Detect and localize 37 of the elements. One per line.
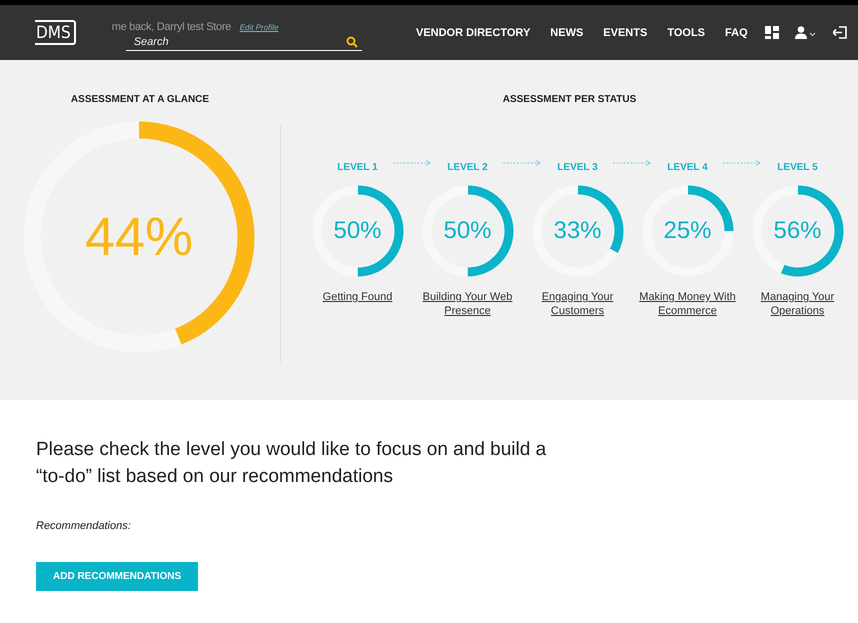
section-title: ASSESSMENT PER STATUS: [502, 94, 636, 105]
greeting-text: me back, Darryl test Store: [112, 20, 232, 32]
percentage-text: 33%: [553, 219, 602, 243]
nav-link[interactable]: FAQ: [725, 26, 748, 38]
nav-link[interactable]: TOOLS: [667, 26, 706, 38]
dashed-arrow: [613, 160, 652, 166]
percentage-text: 44%: [84, 210, 194, 264]
level-label: LEVEL 5: [777, 162, 818, 173]
nav-link[interactable]: VENDOR DIRECTORY: [416, 26, 530, 38]
dashboard-icon[interactable]: [765, 26, 779, 39]
percentage-text: 25%: [663, 219, 712, 243]
dashed-arrow: [723, 160, 762, 166]
dashed-arrow: [503, 160, 542, 166]
level-link[interactable]: Engaging Your Customers: [528, 290, 628, 318]
percentage-text: 50%: [443, 219, 492, 243]
level-label: LEVEL 4: [667, 162, 708, 173]
recommendations-label: Recommendations:: [36, 520, 132, 532]
section-title: ASSESSMENT AT A GLANCE: [70, 94, 210, 105]
user-menu-icon[interactable]: [795, 26, 817, 39]
percentage-text: 56%: [773, 219, 822, 243]
search-icon[interactable]: [346, 36, 358, 48]
nav-link[interactable]: NEWS: [550, 26, 584, 38]
level-label: LEVEL 2: [447, 162, 488, 173]
intro-text: Please check the level you would like to focus on and build a “to-do” list based on our recommendations: [36, 438, 548, 489]
level-label: LEVEL 3: [557, 162, 598, 173]
level-link[interactable]: Getting Found: [308, 290, 408, 304]
edit-profile-link[interactable]: Edit Profile: [240, 22, 278, 32]
level-link[interactable]: Making Money With Ecommerce: [638, 290, 738, 318]
logo[interactable]: DMS: [35, 20, 76, 45]
level-link[interactable]: Managing Your Operations: [748, 290, 848, 318]
level-link[interactable]: Building Your Web Presence: [418, 290, 518, 318]
logout-icon[interactable]: [833, 26, 847, 39]
percentage-text: 50%: [333, 219, 382, 243]
search-field[interactable]: Search: [126, 36, 346, 48]
dashed-arrow: [393, 160, 432, 166]
level-label: LEVEL 1: [337, 162, 378, 173]
nav-link[interactable]: EVENTS: [603, 26, 648, 38]
